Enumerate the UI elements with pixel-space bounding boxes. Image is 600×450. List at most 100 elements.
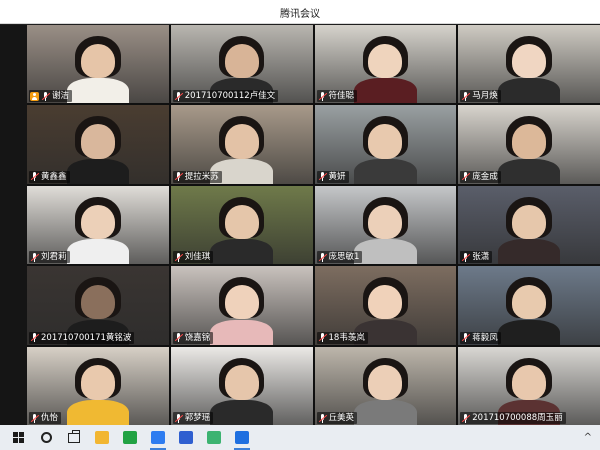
participant-body [66, 158, 130, 184]
task-view-button[interactable] [60, 425, 88, 450]
participant-video-tile[interactable]: 201710700088周玉丽 [458, 346, 600, 425]
participant-name: 仇怡 [41, 413, 59, 423]
participant-video-tile[interactable]: 谢洁 [27, 25, 169, 104]
participant-name-label: 提拉米苏 [172, 170, 222, 183]
participant-name: 饶嘉锦 [184, 332, 211, 343]
participant-name: 黄鑫鑫 [41, 171, 67, 182]
host-icon [30, 91, 39, 101]
participant-video-tile[interactable]: 张潇 [458, 185, 600, 265]
participant-body [497, 78, 561, 104]
participant-video-tile[interactable]: 201710700171黄铭波 [27, 266, 169, 345]
participant-name: 谢洁 [52, 91, 70, 102]
window-title: 腾讯会议 [280, 9, 320, 20]
mic-muted-icon [41, 91, 51, 101]
participant-body [66, 78, 130, 104]
participant-video-tile[interactable]: 18韦羡岚 [314, 266, 457, 345]
taskbar-play-app-button[interactable] [200, 425, 228, 450]
participant-face [224, 204, 259, 240]
participant-face [80, 124, 115, 159]
mic-muted-icon [174, 413, 183, 423]
participant-name-label: 黄妍 [316, 170, 349, 183]
participant-name: 符佳聪 [328, 91, 355, 102]
participant-name-label: 18韦羡岚 [316, 331, 368, 344]
explorer-icon [95, 431, 109, 444]
participant-body [66, 239, 130, 265]
mic-muted-icon [318, 333, 327, 343]
participant-video-tile[interactable]: 丘美英 [314, 346, 457, 425]
system-tray: ^ [584, 432, 600, 443]
participant-name-label: 马月焕 [460, 90, 501, 103]
participant-name-label: 201710700088周玉丽 [460, 412, 566, 424]
search-icon [40, 432, 52, 443]
start-button[interactable] [4, 425, 32, 450]
participant-face [512, 124, 547, 159]
participant-face [80, 43, 115, 79]
participant-name: 蒋毅凤 [472, 332, 498, 343]
mic-muted-icon [461, 252, 471, 262]
participant-name-label: 符佳聪 [316, 90, 358, 103]
mic-muted-icon [30, 413, 40, 423]
participant-name: 刘君莉 [41, 252, 67, 263]
participant-face [368, 124, 403, 159]
search-button[interactable] [32, 425, 60, 450]
participant-body [354, 158, 417, 184]
participant-face [224, 285, 259, 320]
taskbar-phone-app-button[interactable] [144, 425, 172, 450]
participant-name-label: 蒋毅凤 [460, 331, 501, 344]
participant-face [512, 43, 547, 79]
task-view-icon [68, 429, 80, 443]
mic-muted-icon [174, 252, 183, 262]
participant-face [368, 204, 403, 240]
participant-name: 郭梦瑶 [184, 413, 211, 423]
mic-muted-icon [30, 172, 40, 182]
mic-muted-icon [461, 172, 471, 182]
participant-video-tile[interactable]: 马月焕 [458, 25, 600, 104]
participant-body [497, 319, 561, 345]
taskbar-explorer-button[interactable] [88, 425, 116, 450]
participant-video-tile[interactable]: 刘佳琪 [170, 185, 313, 265]
participant-body [354, 399, 417, 425]
participant-video-tile[interactable]: 庞思敏1 [314, 185, 457, 265]
mic-muted-icon [318, 91, 327, 101]
participant-video-tile[interactable]: 蒋毅凤 [458, 266, 600, 345]
mic-muted-icon [318, 413, 327, 423]
participant-video-tile[interactable]: 仇怡 [27, 346, 169, 425]
mic-muted-icon [461, 413, 471, 423]
participant-video-tile[interactable]: 庞金成 [458, 105, 600, 184]
taskbar-wps-app-button[interactable] [172, 425, 200, 450]
participant-video-tile[interactable]: 符佳聪 [314, 25, 457, 104]
participant-name: 张潇 [472, 252, 490, 263]
taskbar-apps [88, 425, 256, 450]
participant-name-label: 刘佳琪 [172, 251, 214, 264]
participant-video-tile[interactable]: 黄鑫鑫 [27, 105, 169, 184]
chevron-up-icon[interactable]: ^ [584, 432, 592, 443]
participant-video-tile[interactable]: 刘君莉 [27, 185, 169, 265]
taskbar-chat-app-button[interactable] [116, 425, 144, 450]
participant-name-label: 仇怡 [29, 412, 62, 424]
participant-video-tile[interactable]: 提拉米苏 [170, 105, 313, 184]
play-app-icon [207, 431, 221, 444]
participant-face [80, 204, 115, 240]
participant-name-label: 201710700112卢佳文 [172, 90, 279, 103]
mic-muted-icon [318, 172, 327, 182]
participant-name: 18韦羡岚 [328, 332, 365, 343]
participant-name-label: 庞思敏1 [316, 251, 363, 264]
video-grid: 谢洁 201710700112卢佳文 符佳聪 马月焕黄鑫鑫 提拉米苏 黄妍 庞金成刘君莉 刘佳… [27, 25, 600, 425]
participant-face [512, 365, 547, 400]
mic-muted-icon [174, 91, 183, 101]
mic-muted-icon [30, 252, 40, 262]
mic-muted-icon [461, 333, 471, 343]
participant-video-tile[interactable]: 黄妍 [314, 105, 457, 184]
mic-muted-icon [30, 333, 40, 343]
participant-name: 刘佳琪 [184, 252, 211, 263]
mic-muted-icon [174, 172, 183, 182]
participant-name-label: 郭梦瑶 [172, 412, 214, 424]
taskbar-meeting-app-button[interactable] [228, 425, 256, 450]
participant-name-label: 刘君莉 [29, 251, 70, 264]
participant-video-tile[interactable]: 201710700112卢佳文 [170, 25, 313, 104]
participant-name: 黄妍 [328, 171, 346, 182]
participant-video-tile[interactable]: 饶嘉锦 [170, 266, 313, 345]
participant-video-tile[interactable]: 郭梦瑶 [170, 346, 313, 425]
chat-app-icon [123, 431, 137, 444]
participant-name-label: 谢洁 [29, 90, 73, 103]
